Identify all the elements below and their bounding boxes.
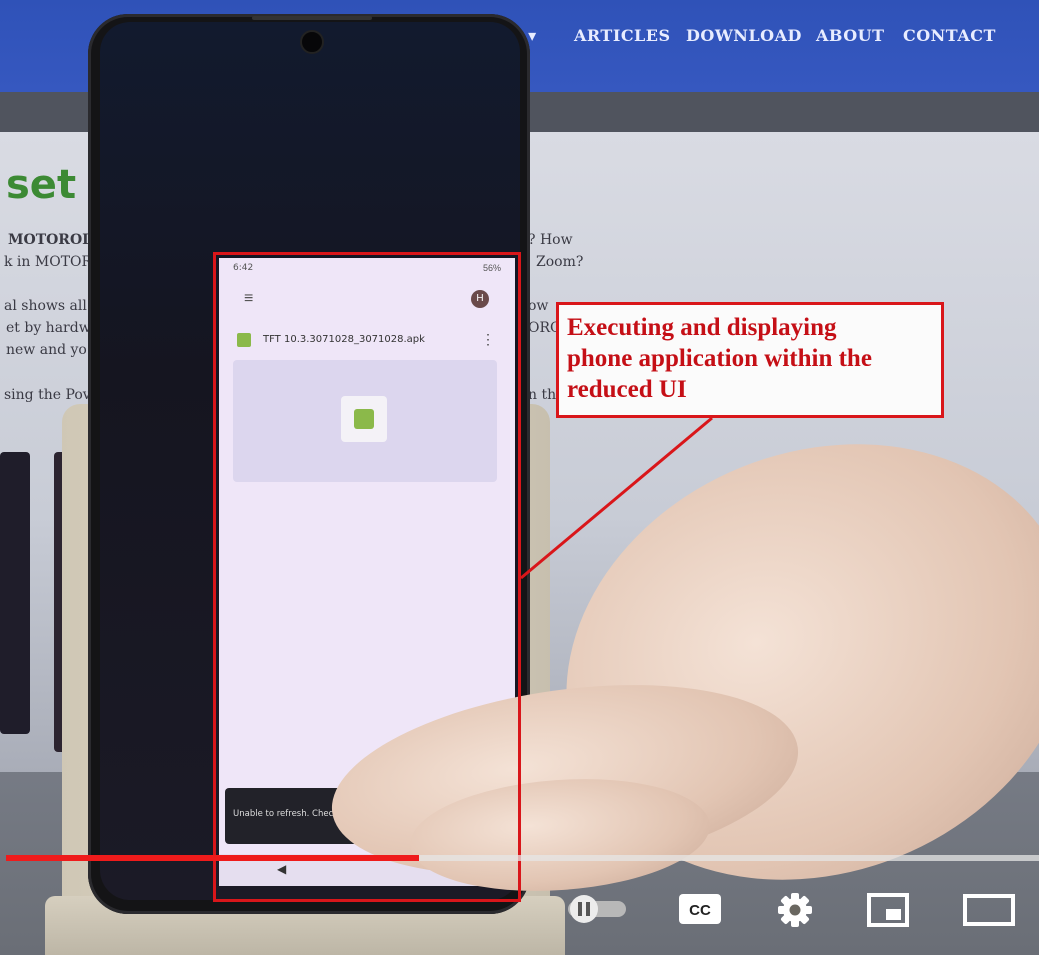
callout-line: phone application within the [567,345,872,372]
cc-icon[interactable]: CC [678,893,722,930]
miniplayer-icon[interactable] [866,892,910,933]
autoplay-toggle-icon[interactable] [566,894,630,929]
callout-line: reduced UI [567,376,687,403]
callout-connector [520,416,713,580]
video-frame[interactable]: S ▾ ARTICLES DOWNLOAD ABOUT CONTACT set … [0,0,1039,955]
theater-mode-icon[interactable] [962,892,1016,933]
settings-gear-icon[interactable] [776,891,814,934]
cc-label: CC [689,902,711,919]
progress-played [6,855,419,861]
annotation-callout: Executing and displaying phone applicati… [556,302,944,418]
callout-line: Executing and displaying [567,314,837,341]
